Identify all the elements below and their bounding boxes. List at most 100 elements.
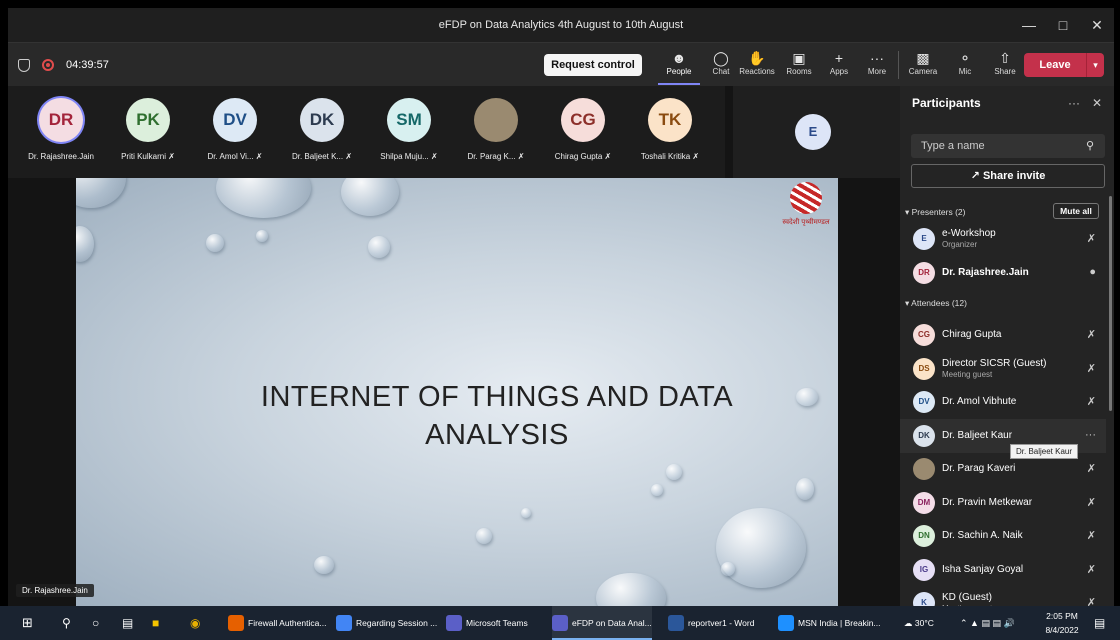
taskbar-app-button[interactable]: Firewall Authentica...	[228, 606, 326, 640]
participant-tile[interactable]: DR Dr. Rajashree.Jain	[22, 86, 100, 178]
system-tray-icons[interactable]: ⌃ ▲ ▤ ▤ 🔊	[960, 606, 1015, 640]
meeting-stage: DR Dr. Rajashree.Jain PK Priti Kulkarni ✗ DV…	[8, 86, 900, 606]
participant-name-text: Dr. Rajashree.Jain	[28, 152, 94, 161]
mic-button[interactable]: ⚬ Mic	[944, 47, 986, 85]
people-button[interactable]: ☻ People	[658, 47, 700, 85]
water-drop	[216, 178, 311, 218]
water-drop	[666, 464, 682, 480]
taskbar-app-button[interactable]: Regarding Session ...	[336, 606, 437, 640]
taskbar-app-button[interactable]: reportver1 - Word	[668, 606, 754, 640]
participant-row[interactable]: IG Isha Sanjay Goyal ✗	[900, 553, 1106, 587]
participant-row[interactable]: DN Dr. Sachin A. Naik ✗	[900, 519, 1106, 553]
weather-widget[interactable]: ☁ 30°C	[904, 606, 934, 640]
reactions-button[interactable]: ✋ Reactions	[736, 47, 778, 85]
participant-tile[interactable]: DV Dr. Amol Vi... ✗	[196, 86, 274, 178]
avatar: DV	[213, 98, 257, 142]
mic-muted-icon: ✗	[165, 152, 175, 161]
avatar: DV	[913, 391, 935, 413]
participant-name-text: Priti Kulkarni	[121, 152, 166, 161]
close-button[interactable]: ✕	[1080, 8, 1114, 42]
participant-tile[interactable]: TK Toshali Kritika ✗	[631, 86, 709, 178]
shared-slide: INTERNET OF THINGS AND DATA ANALYSIS स्व…	[76, 178, 838, 606]
camera-label: Camera	[908, 67, 938, 76]
app-icon	[778, 615, 794, 631]
water-drop	[341, 178, 399, 216]
share-invite-button[interactable]: ↗ Share invite	[911, 164, 1105, 188]
windows-start-icon[interactable]: ⊞	[22, 606, 33, 640]
search-input[interactable]: Type a name	[911, 134, 1105, 158]
leave-button[interactable]: Leave ▾	[1024, 53, 1104, 77]
maximize-button[interactable]: □	[1046, 8, 1080, 42]
share-invite-label: Share invite	[982, 170, 1046, 182]
participant-name: Toshali Kritika ✗	[631, 152, 709, 161]
participant-tile[interactable]: CG Chirag Gupta ✗	[544, 86, 622, 178]
participant-row[interactable]: Ee-Workshop Organizer ✗	[900, 222, 1106, 256]
request-control-button[interactable]: Request control	[544, 54, 642, 76]
cortana-icon[interactable]: ○	[92, 606, 99, 640]
share-button[interactable]: ⇧ Share	[984, 47, 1026, 85]
participant-name-text: Shilpa Muju...	[380, 152, 429, 161]
taskbar-app-label: Microsoft Teams	[466, 618, 528, 628]
participant-row[interactable]: DV Dr. Amol Vibhute ✗	[900, 385, 1106, 419]
taskbar-app-button[interactable]: eFDP on Data Anal...	[552, 606, 652, 640]
participant-tile[interactable]: DK Dr. Baljeet K... ✗	[283, 86, 361, 178]
taskbar-app-button[interactable]: MSN India | Breakin...	[778, 606, 881, 640]
mic-muted-icon: ✗	[343, 152, 353, 161]
participant-name: Director SICSR (Guest)	[942, 357, 1047, 369]
participant-name: Dr. Amol Vibhute	[942, 396, 1017, 407]
avatar	[913, 458, 935, 480]
participant-name: Dr. Amol Vi... ✗	[196, 152, 274, 161]
notifications-icon[interactable]: ▤	[1094, 606, 1105, 640]
participant-name: Dr. Rajashree.Jain	[942, 266, 1029, 278]
mute-all-button[interactable]: Mute all	[1053, 203, 1099, 219]
search-icon[interactable]: ⚲	[62, 606, 71, 640]
participant-tile[interactable]: Dr. Parag K... ✗	[457, 86, 535, 178]
attendees-header[interactable]: ▾ Attendees (12)	[905, 298, 967, 309]
spotlight-tile[interactable]: E	[733, 86, 900, 178]
taskbar-app-button[interactable]: Microsoft Teams	[446, 606, 528, 640]
water-drop	[368, 236, 390, 258]
mic-muted-icon: ✗	[602, 152, 612, 161]
app-icon	[446, 615, 462, 631]
presenters-header[interactable]: ▾ Presenters (2)	[905, 207, 966, 218]
task-view-icon[interactable]: ▤	[122, 606, 133, 640]
more-options-icon[interactable]: ···	[1085, 429, 1096, 441]
participant-name-text: Dr. Amol Vi...	[207, 152, 254, 161]
chevron-down-icon[interactable]: ▾	[1086, 53, 1104, 77]
taskbar-clock[interactable]: 2:05 PM 8/4/2022	[1040, 609, 1084, 637]
camera-button[interactable]: ▩ Camera	[902, 47, 944, 85]
participant-tile[interactable]: SM Shilpa Muju... ✗	[370, 86, 448, 178]
mic-label: Mic	[958, 67, 972, 76]
window-title: eFDP on Data Analytics 4th August to 10t…	[438, 19, 684, 31]
water-drop	[256, 230, 268, 242]
avatar: E	[913, 228, 935, 250]
water-drop	[76, 178, 126, 208]
apps-button[interactable]: + Apps	[818, 47, 860, 85]
panel-scrollbar[interactable]	[1109, 196, 1112, 411]
taskbar-app-label: Regarding Session ...	[356, 618, 438, 628]
rooms-label: Rooms	[786, 67, 812, 76]
sticky-notes-icon[interactable]: ■	[152, 606, 159, 640]
participant-row[interactable]: DS Director SICSR (Guest) Meeting guest ✗	[900, 352, 1106, 386]
participant-role: Meeting guest	[942, 369, 993, 379]
rooms-button[interactable]: ▣ Rooms	[778, 47, 820, 85]
chrome-icon[interactable]: ◉	[190, 606, 200, 640]
participant-name: e-Workshop	[942, 228, 996, 239]
participant-tile[interactable]: PK Priti Kulkarni ✗	[109, 86, 187, 178]
participant-row[interactable]: CG Chirag Gupta ✗	[900, 318, 1106, 352]
weather-icon: ☁	[904, 618, 915, 628]
participant-row[interactable]: DR Dr. Rajashree.Jain ●	[900, 256, 1106, 290]
more-button[interactable]: ··· More	[856, 47, 898, 85]
water-drop	[796, 478, 814, 500]
shield-icon[interactable]	[18, 58, 30, 72]
water-drop	[716, 508, 806, 588]
participant-row[interactable]: DM Dr. Pravin Metkewar ✗	[900, 486, 1106, 520]
avatar: E	[795, 114, 831, 150]
water-drop	[76, 226, 94, 262]
water-drop	[314, 556, 334, 574]
participant-name: Shilpa Muju... ✗	[370, 152, 448, 161]
close-icon[interactable]: ✕	[1092, 96, 1102, 110]
minimize-button[interactable]: —	[1012, 8, 1046, 42]
more-options-icon[interactable]: ···	[1068, 96, 1080, 110]
participant-name: Dr. Baljeet Kaur	[942, 429, 1013, 441]
